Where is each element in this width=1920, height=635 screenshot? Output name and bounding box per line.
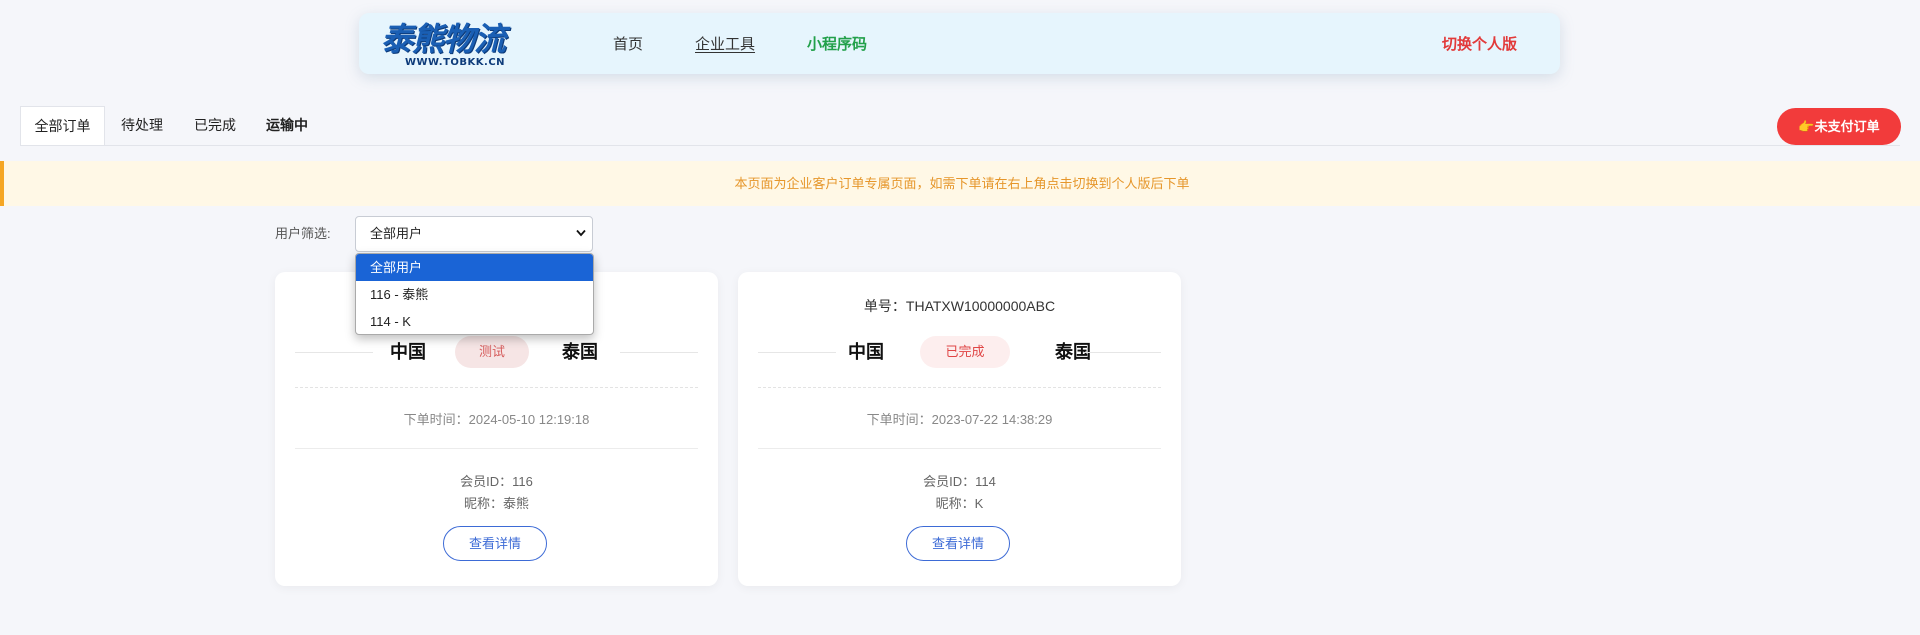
tab-all-orders[interactable]: 全部订单 xyxy=(20,106,105,145)
divider xyxy=(295,448,698,449)
member-nickname: 昵称：K xyxy=(935,496,984,511)
user-filter-label: 用户筛选: xyxy=(275,226,331,241)
top-header: 泰熊物流 WWW.TOBKK.CN 首页 企业工具 小程序码 切换个人版 xyxy=(359,13,1560,74)
user-filter-value: 全部用户 xyxy=(370,226,423,241)
order-number: 单号：THATXW10000000ABC xyxy=(863,298,1056,314)
nav-enterprise-tools[interactable]: 企业工具 xyxy=(695,35,755,55)
origin-country: 中国 xyxy=(848,342,884,362)
destination-country: 泰国 xyxy=(562,342,598,362)
order-time: 下单时间：2023-07-22 14:38:29 xyxy=(866,412,1053,427)
origin-country: 中国 xyxy=(390,342,426,362)
status-badge: 测试 xyxy=(455,336,529,368)
divider xyxy=(758,448,1161,449)
route-line xyxy=(1083,352,1161,353)
nav-home[interactable]: 首页 xyxy=(613,35,643,55)
route: 中国 测试 泰国 xyxy=(295,336,698,368)
nav-mini-program-qr[interactable]: 小程序码 xyxy=(807,35,867,55)
chevron-down-icon xyxy=(576,229,586,237)
switch-personal-link[interactable]: 切换个人版 xyxy=(1442,35,1517,55)
divider xyxy=(295,387,698,388)
order-tabs: 全部订单 待处理 已完成 运输中 xyxy=(20,106,1900,146)
route-line xyxy=(758,352,836,353)
route-line xyxy=(620,352,698,353)
tab-pending[interactable]: 待处理 xyxy=(120,106,164,145)
divider xyxy=(758,387,1161,388)
dropdown-option-114[interactable]: 114 - K xyxy=(356,308,593,334)
order-card: 单号：THATXW10000000ABC 中国 已完成 泰国 下单时间：2023… xyxy=(738,272,1181,586)
member-id: 会员ID：116 xyxy=(460,474,533,489)
unpaid-orders-button[interactable]: 👉未支付订单 xyxy=(1777,108,1901,145)
user-filter-dropdown: 全部用户 116 - 泰熊 114 - K xyxy=(355,253,594,335)
dropdown-option-all[interactable]: 全部用户 xyxy=(356,254,593,281)
dropdown-option-116[interactable]: 116 - 泰熊 xyxy=(356,281,593,308)
view-details-button[interactable]: 查看详情 xyxy=(443,526,547,561)
member-info: 会员ID：116 昵称：泰熊 xyxy=(275,471,718,515)
route: 中国 已完成 泰国 xyxy=(758,336,1161,368)
notice-banner: 本页面为企业客户订单专属页面，如需下单请在右上角点击切换到个人版后下单 xyxy=(0,161,1920,206)
member-nickname: 昵称：泰熊 xyxy=(463,496,529,511)
route-line xyxy=(295,352,373,353)
view-details-button[interactable]: 查看详情 xyxy=(906,526,1010,561)
status-badge: 已完成 xyxy=(920,336,1010,368)
user-filter-select[interactable]: 全部用户 xyxy=(355,216,593,252)
order-time: 下单时间：2024-05-10 12:19:18 xyxy=(403,412,590,427)
logo[interactable]: 泰熊物流 WWW.TOBKK.CN xyxy=(381,21,531,69)
member-id: 会员ID：114 xyxy=(923,474,996,489)
tab-in-transit[interactable]: 运输中 xyxy=(264,106,310,145)
member-info: 会员ID：114 昵称：K xyxy=(738,471,1181,515)
tab-completed[interactable]: 已完成 xyxy=(193,106,237,145)
logo-text: 泰熊物流 xyxy=(381,20,506,58)
logo-url: WWW.TOBKK.CN xyxy=(405,57,506,68)
